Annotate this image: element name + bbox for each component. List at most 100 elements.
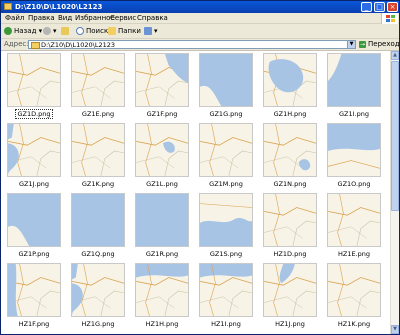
address-dropdown-button[interactable]: ▼	[347, 40, 356, 49]
file-thumbnail[interactable]: GZ1G.png	[193, 53, 259, 119]
file-thumbnail[interactable]: HZ1G.png	[65, 263, 131, 329]
address-path: D:\Z10\D\L1020\L2123	[41, 41, 116, 49]
file-name: GZ1O.png	[337, 180, 371, 188]
file-name: GZ1L.png	[146, 180, 178, 188]
go-label: Переход	[368, 40, 400, 48]
up-folder-icon	[61, 27, 69, 35]
go-button[interactable]: → Переход	[359, 40, 400, 49]
minimize-button[interactable]: _	[361, 2, 372, 12]
views-button[interactable]: ▾	[144, 26, 158, 36]
maximize-button[interactable]: □	[374, 2, 385, 12]
search-icon	[76, 27, 84, 35]
file-name: HZ1I.png	[211, 320, 241, 328]
file-thumbnail[interactable]: GZ1O.png	[321, 123, 387, 189]
folder-icon	[4, 3, 12, 10]
file-thumbnail[interactable]: GZ1F.png	[129, 53, 195, 119]
file-name: HZ1H.png	[145, 320, 179, 328]
file-name: GZ1J.png	[19, 180, 49, 188]
file-name: HZ1D.png	[273, 250, 307, 258]
map-thumbnail-image	[135, 263, 189, 317]
up-folder-button[interactable]	[61, 26, 71, 36]
file-thumbnail[interactable]: HZ1K.png	[321, 263, 387, 329]
file-thumbnail[interactable]: GZ1H.png	[257, 53, 323, 119]
file-thumbnail[interactable]: GZ1K.png	[65, 123, 131, 189]
file-name: GZ1P.png	[18, 250, 50, 258]
map-thumbnail-image	[199, 53, 253, 107]
file-thumbnail[interactable]: GZ1I.png	[321, 53, 387, 119]
windows-logo-icon	[381, 13, 398, 24]
file-thumbnail[interactable]: HZ1F.png	[1, 263, 67, 329]
file-thumbnail[interactable]: HZ1J.png	[257, 263, 323, 329]
forward-button[interactable]: ▾	[43, 26, 57, 36]
file-name: GZ1Q.png	[81, 250, 115, 258]
file-thumbnail[interactable]: HZ1H.png	[129, 263, 195, 329]
menu-file[interactable]: Файл	[5, 14, 24, 22]
map-thumbnail-image	[71, 263, 125, 317]
file-thumbnail-grid: GZ1D.png GZ1E.png GZ1F.png GZ1G.png GZ1H.png…	[1, 51, 390, 334]
vertical-scrollbar[interactable]: ▲ ▼	[390, 51, 399, 334]
file-thumbnail[interactable]: HZ1E.png	[321, 193, 387, 259]
map-thumbnail-image	[327, 53, 381, 107]
map-thumbnail-image	[327, 263, 381, 317]
back-arrow-icon	[4, 27, 12, 35]
views-icon	[144, 27, 152, 35]
file-thumbnail[interactable]: GZ1E.png	[65, 53, 131, 119]
folders-button[interactable]: Папки	[108, 26, 141, 36]
file-name: GZ1I.png	[339, 110, 369, 118]
map-thumbnail-image	[263, 193, 317, 247]
folder-icon	[31, 42, 40, 49]
map-thumbnail-image	[199, 263, 253, 317]
file-thumbnail[interactable]: GZ1L.png	[129, 123, 195, 189]
map-thumbnail-image	[199, 123, 253, 177]
map-thumbnail-image	[135, 53, 189, 107]
file-thumbnail[interactable]: GZ1M.png	[193, 123, 259, 189]
folders-icon	[108, 27, 116, 35]
map-thumbnail-image	[327, 193, 381, 247]
back-button[interactable]: Назад ▾	[4, 26, 42, 36]
close-button[interactable]: ×	[387, 2, 398, 12]
menu-edit[interactable]: Правка	[28, 14, 55, 22]
file-thumbnail[interactable]: HZ1D.png	[257, 193, 323, 259]
map-thumbnail-image	[263, 53, 317, 107]
file-name: GZ1G.png	[209, 110, 243, 118]
window-title: D:\Z10\D\L1020\L2123	[15, 3, 103, 11]
address-input[interactable]: D:\Z10\D\L1020\L2123	[28, 40, 355, 49]
title-bar[interactable]: D:\Z10\D\L1020\L2123 _ □ ×	[1, 1, 399, 13]
search-label: Поиск	[86, 27, 109, 35]
file-thumbnail[interactable]: GZ1N.png	[257, 123, 323, 189]
scroll-down-button[interactable]: ▼	[391, 325, 399, 334]
file-name: GZ1E.png	[81, 110, 115, 118]
file-thumbnail[interactable]: GZ1D.png	[1, 53, 67, 119]
file-name: GZ1F.png	[146, 110, 178, 118]
forward-arrow-icon	[43, 27, 51, 35]
file-thumbnail[interactable]: HZ1I.png	[193, 263, 259, 329]
file-thumbnail[interactable]: GZ1P.png	[1, 193, 67, 259]
scroll-thumb[interactable]	[391, 61, 399, 211]
file-name: GZ1H.png	[273, 110, 307, 118]
map-thumbnail-image	[199, 193, 253, 247]
file-name: HZ1K.png	[337, 320, 371, 328]
file-thumbnail[interactable]: GZ1S.png	[193, 193, 259, 259]
menu-tools[interactable]: Сервис	[110, 14, 136, 22]
folders-label: Папки	[118, 27, 141, 35]
scroll-up-button[interactable]: ▲	[391, 51, 399, 60]
explorer-window: D:\Z10\D\L1020\L2123 _ □ × Файл Правка В…	[0, 0, 400, 335]
map-thumbnail-image	[7, 53, 61, 107]
file-name: HZ1E.png	[337, 250, 371, 258]
search-button[interactable]: Поиск	[76, 26, 108, 36]
menu-view[interactable]: Вид	[58, 14, 72, 22]
menu-help[interactable]: Справка	[137, 14, 168, 22]
map-thumbnail-image	[71, 123, 125, 177]
file-name: HZ1J.png	[275, 320, 305, 328]
map-thumbnail-image	[71, 53, 125, 107]
file-thumbnail[interactable]: GZ1J.png	[1, 123, 67, 189]
file-name: GZ1M.png	[209, 180, 243, 188]
map-thumbnail-image	[263, 263, 317, 317]
menu-favorites[interactable]: Избранное	[75, 14, 115, 22]
file-thumbnail[interactable]: GZ1Q.png	[65, 193, 131, 259]
file-thumbnail[interactable]: GZ1R.png	[129, 193, 195, 259]
file-name: GZ1R.png	[145, 250, 179, 258]
map-thumbnail-image	[7, 193, 61, 247]
file-name: GZ1S.png	[209, 250, 243, 258]
file-name: GZ1D.png	[15, 109, 53, 119]
